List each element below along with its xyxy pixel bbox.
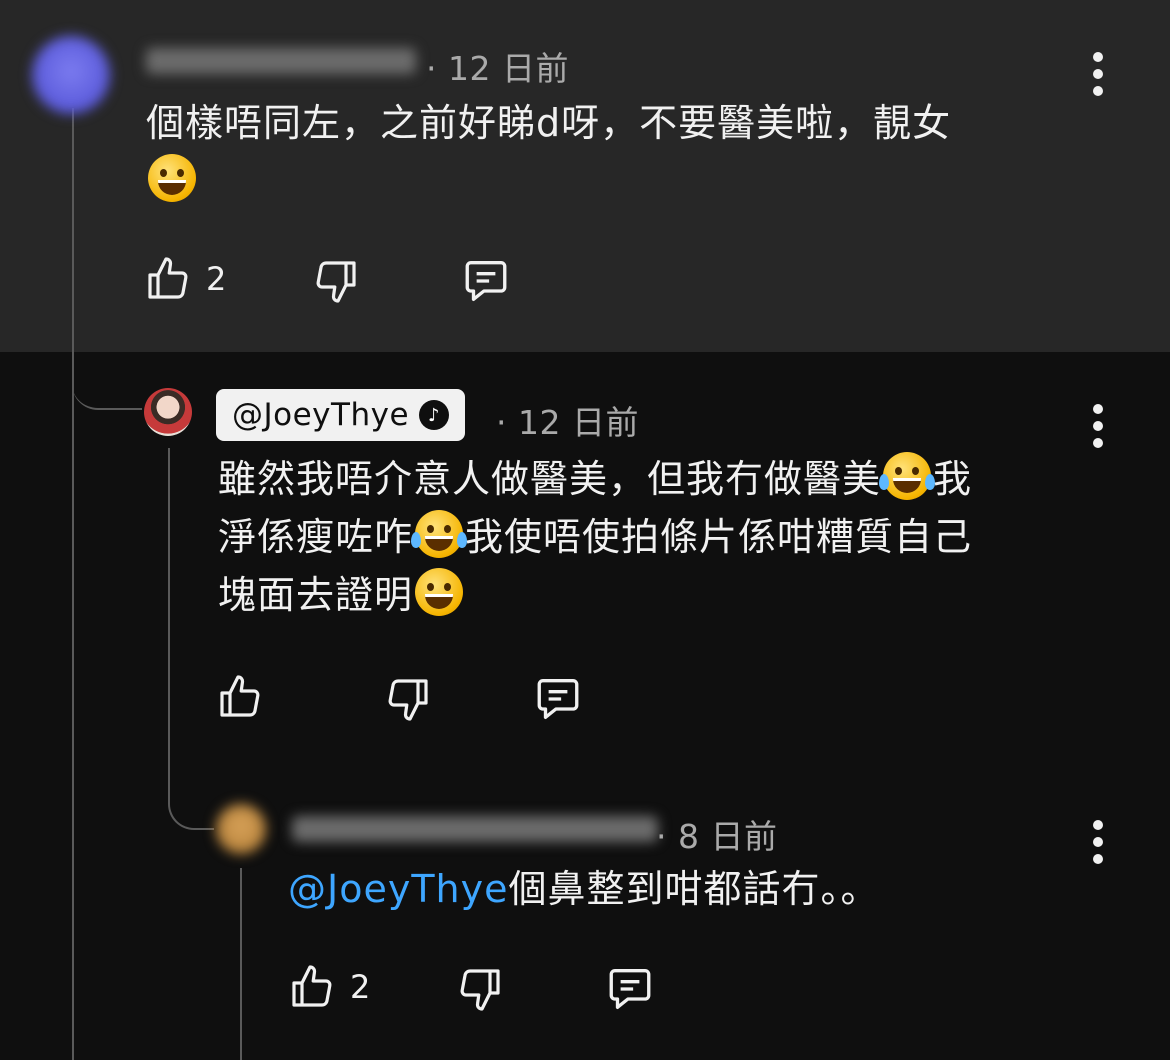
reply2-text: @JoeyThye個鼻整到咁都話冇。。 [288, 867, 880, 911]
reply2-time: · 8 日前 [656, 817, 778, 856]
reply-button-reply1[interactable] [532, 674, 584, 724]
like-button-comment1[interactable]: 2 [144, 254, 226, 304]
thread-line-reply1 [168, 448, 170, 798]
more-vertical-icon[interactable] [1090, 404, 1106, 448]
like-icon [220, 675, 260, 717]
dislike-button-comment1[interactable] [312, 256, 360, 306]
verified-music-note-icon: ♪ [419, 400, 450, 430]
thread-line-reply2 [240, 868, 242, 1060]
reply-icon [609, 969, 651, 1009]
like-button-reply1[interactable] [216, 672, 264, 722]
author-name-blurred-reply2[interactable] [292, 816, 658, 842]
grinning-emoji [415, 568, 464, 616]
like-count: 2 [206, 260, 227, 298]
avatar-comment1[interactable] [32, 36, 110, 114]
sweat-smile-emoji [148, 154, 196, 202]
tears-of-joy-emoji [411, 510, 468, 558]
reply-icon [465, 261, 507, 301]
reply-button-comment1[interactable] [460, 256, 512, 306]
more-vertical-icon[interactable] [1090, 52, 1106, 96]
dislike-icon [388, 679, 428, 721]
dislike-icon [460, 969, 500, 1011]
thread-connector-reply1 [72, 352, 142, 410]
avatar-reply2[interactable] [216, 804, 266, 854]
mention-link[interactable]: @JoeyThye [288, 867, 509, 911]
thread-line-main [72, 108, 74, 1060]
comment1-text: 個樣唔同左，之前好睇d呀，不要醫美啦，靚女 [146, 94, 1056, 210]
dislike-button-reply2[interactable] [456, 964, 504, 1014]
like-button-reply2[interactable]: 2 [288, 962, 370, 1012]
like-icon [292, 965, 332, 1007]
avatar-joeythye[interactable] [144, 388, 192, 436]
author-badge-joeythye[interactable]: @JoeyThye ♪ [216, 389, 466, 441]
dislike-button-reply1[interactable] [384, 674, 432, 724]
author-name-blurred-comment1[interactable] [146, 48, 416, 74]
reply-icon [537, 679, 579, 719]
tears-of-joy-emoji [879, 452, 936, 500]
author-name: @JoeyThye [232, 397, 410, 433]
like-count: 2 [350, 968, 371, 1006]
like-icon [148, 257, 188, 299]
reply1-time: · 12 日前 [496, 403, 639, 442]
reply1-text: 雖然我唔介意人做醫美，但我冇做醫美我 淨係瘦咗咋 我使唔使拍條片係咁糟質自己 塊面… [218, 450, 1098, 624]
comment1-time: · 12 日前 [426, 49, 569, 88]
reply-button-reply2[interactable] [604, 964, 656, 1014]
thread-connector-reply2 [168, 798, 214, 830]
more-vertical-icon[interactable] [1090, 820, 1106, 864]
dislike-icon [316, 261, 356, 303]
